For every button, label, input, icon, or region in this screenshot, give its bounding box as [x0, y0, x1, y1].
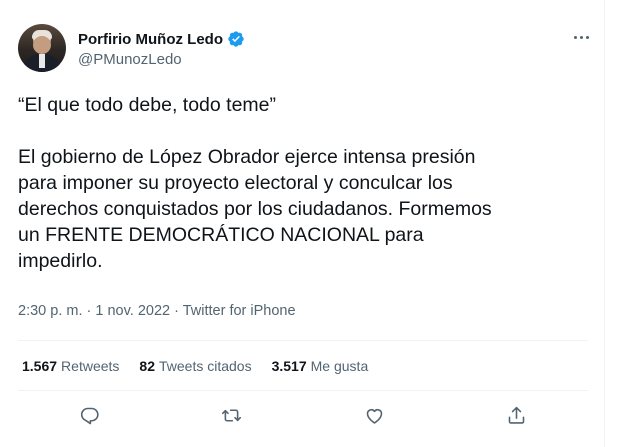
tweet-time[interactable]: 2:30 p. m. [18, 303, 82, 319]
reply-button[interactable] [72, 400, 106, 430]
tweet-source[interactable]: Twitter for iPhone [183, 303, 296, 319]
likes-count: 3.517 [271, 358, 307, 374]
avatar[interactable] [18, 24, 66, 72]
divider [18, 390, 588, 391]
divider [18, 340, 588, 341]
author-info: Porfirio Muñoz Ledo @PMunozLedo [78, 30, 245, 68]
tweet-text: “El que todo debe, todo teme” El gobiern… [18, 94, 492, 272]
verified-badge-icon [227, 30, 245, 48]
retweets-count: 1.567 [22, 358, 58, 374]
author-display-name[interactable]: Porfirio Muñoz Ledo [78, 31, 223, 48]
heart-icon [366, 408, 383, 424]
like-button[interactable] [357, 400, 391, 430]
retweets-label: Retweets [61, 358, 120, 374]
likes-label: Me gusta [310, 358, 369, 374]
retweet-icon [222, 408, 242, 422]
quotes-stat[interactable]: 82 Tweets citados [139, 358, 251, 374]
quotes-count: 82 [139, 358, 155, 374]
tweet-metadata: 2:30 p. m. · 1 nov. 2022 · Twitter for i… [18, 303, 296, 319]
reply-icon [80, 407, 99, 424]
tweet-date[interactable]: 1 nov. 2022 [95, 303, 170, 319]
share-icon [508, 406, 525, 424]
tweet-actions [18, 400, 588, 430]
tweet-header: Porfirio Muñoz Ledo @PMunozLedo [18, 22, 598, 72]
likes-stat[interactable]: 3.517 Me gusta [272, 358, 369, 374]
tweet-stats: 1.567 Retweets 82 Tweets citados 3.517 Me g… [22, 358, 368, 374]
meta-separator: · [82, 303, 96, 319]
retweets-stat[interactable]: 1.567 Retweets [22, 358, 119, 374]
share-button[interactable] [500, 400, 534, 430]
retweet-button[interactable] [215, 400, 249, 430]
author-handle[interactable]: @PMunozLedo [78, 51, 245, 68]
tweet-card: Porfirio Muñoz Ledo @PMunozLedo “El que … [0, 0, 605, 447]
quotes-label: Tweets citados [158, 358, 252, 374]
meta-separator: · [170, 303, 183, 319]
more-options-icon[interactable] [568, 30, 594, 44]
